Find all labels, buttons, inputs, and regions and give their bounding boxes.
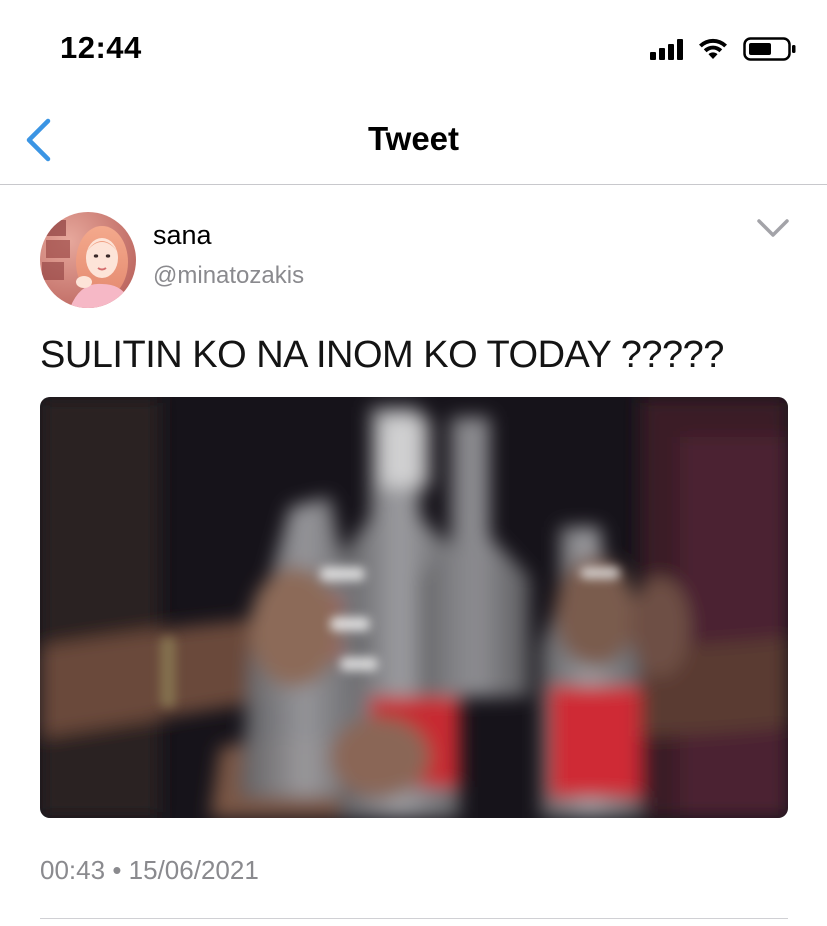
nav-divider (0, 184, 827, 185)
battery-icon (743, 37, 796, 61)
author-handle[interactable]: @minatozakis (153, 262, 304, 290)
divider (40, 918, 788, 919)
chevron-down-icon (757, 219, 789, 237)
tweet-time: 00:43 (40, 855, 106, 885)
avatar[interactable] (40, 212, 136, 308)
author-display-name[interactable]: sana (153, 220, 212, 251)
tweet-text: SULITIN KO NA INOM KO TODAY ????? (40, 334, 724, 376)
tweet-timestamp: 00:43 • 15/06/2021 (40, 855, 259, 886)
status-time: 12:44 (60, 30, 142, 65)
tweet-photo[interactable] (40, 397, 788, 818)
tweet-date: 15/06/2021 (128, 855, 259, 885)
timestamp-separator: • (112, 855, 122, 885)
wifi-icon (699, 38, 727, 59)
tweet-menu-button[interactable] (756, 216, 790, 242)
cellular-signal-icon (650, 38, 683, 60)
status-icons (650, 36, 797, 62)
page-title: Tweet (367, 120, 460, 157)
